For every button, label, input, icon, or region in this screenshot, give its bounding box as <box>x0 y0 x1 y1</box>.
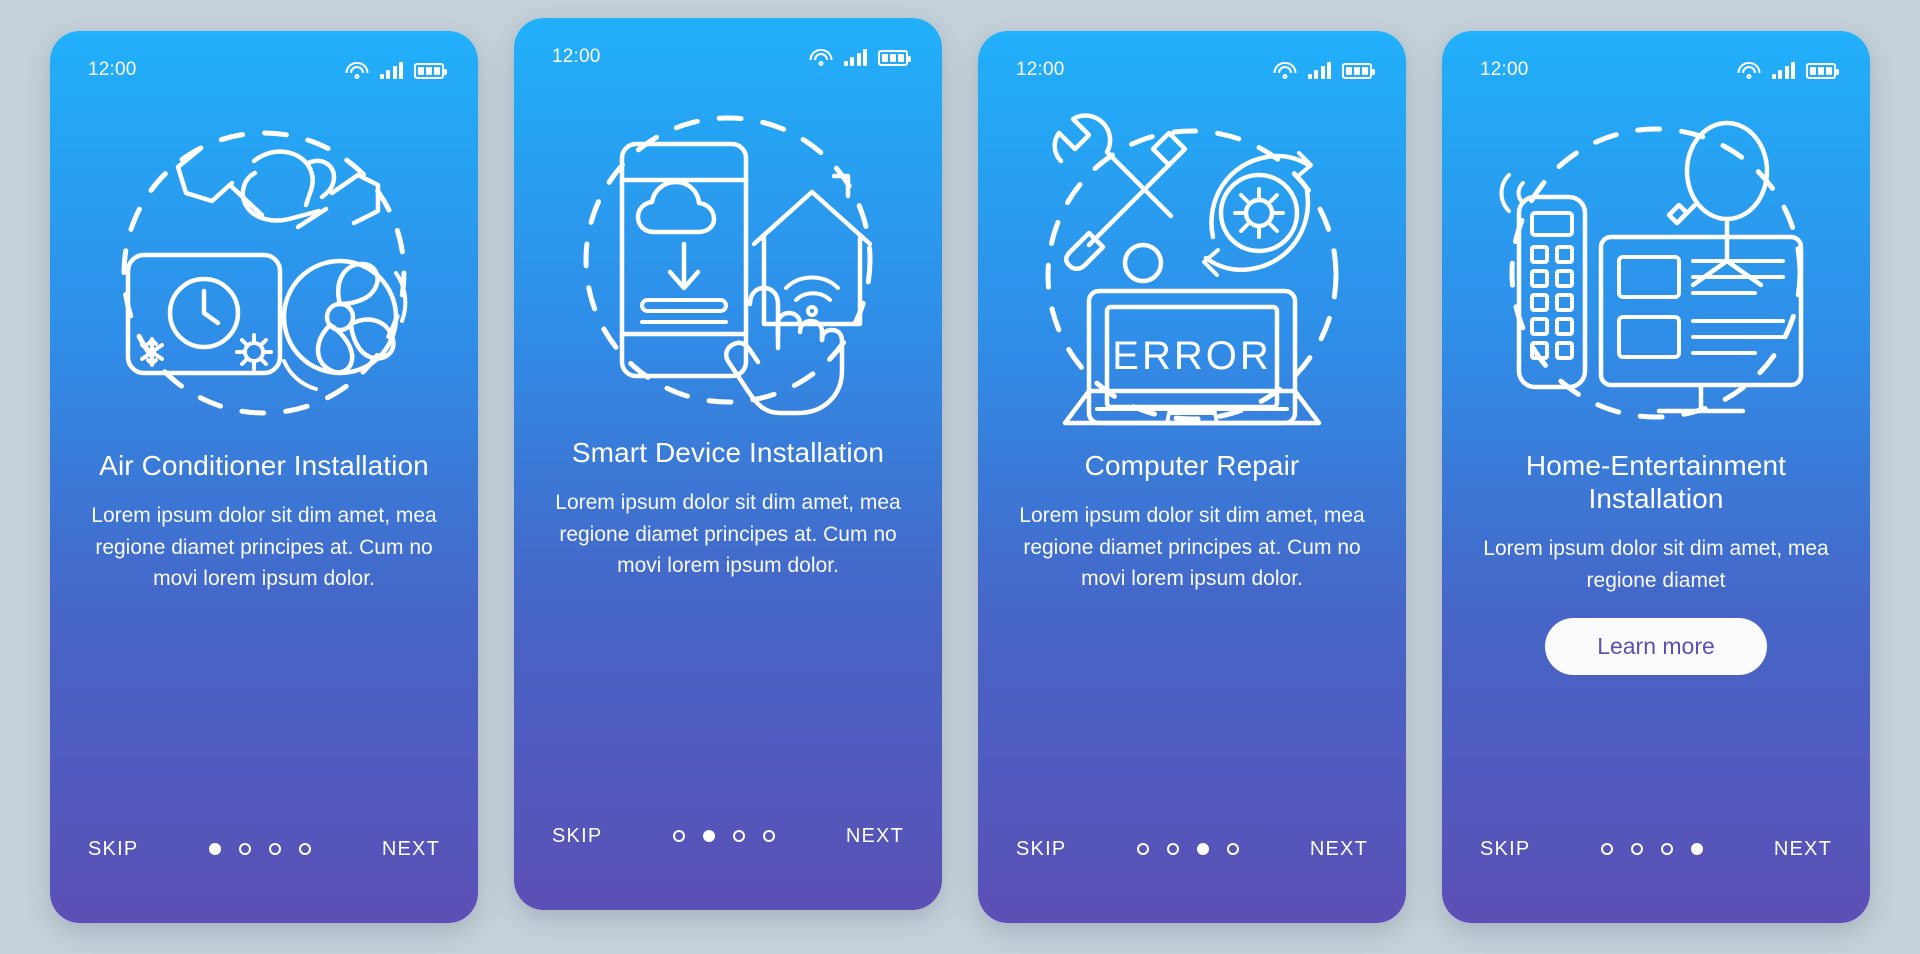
pagination-dot[interactable] <box>673 830 686 842</box>
pagination-dot[interactable] <box>239 843 252 855</box>
pagination-dots <box>209 843 312 855</box>
screen-air-conditioner-installation: 12:00 Air Conditioner Installation Lorem… <box>50 31 478 923</box>
battery-icon <box>1342 63 1375 79</box>
status-clock: 12:00 <box>1480 59 1529 80</box>
next-button[interactable]: NEXT <box>378 832 444 867</box>
status-icons <box>345 61 447 79</box>
bottom-navigation: SKIP NEXT <box>50 805 478 923</box>
pagination-dot[interactable] <box>763 830 776 842</box>
pagination-dot[interactable] <box>1227 843 1240 855</box>
learn-more-button[interactable]: Learn more <box>1545 618 1767 676</box>
bottom-navigation: SKIP NEXT <box>978 805 1406 923</box>
wifi-icon <box>1273 61 1297 79</box>
status-clock: 12:00 <box>552 46 601 67</box>
onboarding-screens-board: 12:00 Air Conditioner Installation Lorem… <box>0 0 1920 954</box>
page-description: Lorem ipsum dolor sit dim amet, mea regi… <box>1483 537 1829 592</box>
screen-copy: Air Conditioner Installation Lorem ipsum… <box>50 443 478 805</box>
wifi-icon <box>345 61 369 79</box>
pagination-dots <box>673 830 776 842</box>
screen-copy: Smart Device Installation Lorem ipsum do… <box>514 430 942 792</box>
status-icons <box>809 48 911 66</box>
status-clock: 12:00 <box>1016 59 1065 80</box>
skip-button[interactable]: SKIP <box>1012 832 1070 867</box>
page-title: Air Conditioner Installation <box>99 450 429 481</box>
signal-icon <box>379 62 403 79</box>
screen-computer-repair: 12:00 ERROR Computer Repair Lorem ipsum … <box>978 31 1406 923</box>
pagination-dot[interactable] <box>209 843 222 855</box>
pagination-dots <box>1601 843 1704 855</box>
pagination-dot[interactable] <box>1631 843 1644 855</box>
pagination-dot[interactable] <box>703 830 716 842</box>
pagination-dot[interactable] <box>1601 843 1614 855</box>
next-button[interactable]: NEXT <box>842 819 908 854</box>
pagination-dot[interactable] <box>733 830 746 842</box>
skip-button[interactable]: SKIP <box>548 819 606 854</box>
skip-button[interactable]: SKIP <box>84 832 142 867</box>
page-description: Lorem ipsum dolor sit dim amet, mea regi… <box>555 491 901 578</box>
page-description: Lorem ipsum dolor sit dim amet, mea regi… <box>91 504 437 591</box>
status-bar: 12:00 <box>978 31 1406 93</box>
wifi-icon <box>1737 61 1761 79</box>
pagination-dot[interactable] <box>1197 843 1210 855</box>
wifi-icon <box>809 48 833 66</box>
status-clock: 12:00 <box>88 59 137 80</box>
pagination-dot[interactable] <box>1137 843 1150 855</box>
screen-smart-device-installation: 12:00 Smart Device Installation Lorem ip… <box>514 18 942 910</box>
status-bar: 12:00 <box>1442 31 1870 93</box>
pagination-dot[interactable] <box>1167 843 1180 855</box>
page-title: Home-Entertainment Installation <box>1525 450 1787 515</box>
status-icons <box>1737 61 1839 79</box>
pagination-dot[interactable] <box>269 843 282 855</box>
status-bar: 12:00 <box>50 31 478 93</box>
page-title: Smart Device Installation <box>571 437 885 468</box>
battery-icon <box>1806 63 1839 79</box>
status-bar: 12:00 <box>514 18 942 80</box>
screen-copy: Computer Repair Lorem ipsum dolor sit di… <box>978 443 1406 805</box>
computer-repair-illustration: ERROR <box>978 93 1406 443</box>
battery-icon <box>414 63 447 79</box>
next-button[interactable]: NEXT <box>1770 832 1836 867</box>
signal-icon <box>1307 62 1331 79</box>
pagination-dot[interactable] <box>1661 843 1674 855</box>
battery-icon <box>878 50 911 66</box>
bottom-navigation: SKIP NEXT <box>1442 805 1870 923</box>
screen-home-entertainment-installation: 12:00 Home-Entertainment Installation Lo… <box>1442 31 1870 923</box>
signal-icon <box>1771 62 1795 79</box>
screen-copy: Home-Entertainment Installation Lorem ip… <box>1442 443 1870 805</box>
pagination-dots <box>1137 843 1240 855</box>
pagination-dot[interactable] <box>1691 843 1704 855</box>
status-icons <box>1273 61 1375 79</box>
page-title: Computer Repair <box>1084 450 1300 481</box>
home-entertainment-illustration <box>1442 93 1870 443</box>
svg-text:ERROR: ERROR <box>1112 334 1271 378</box>
page-description: Lorem ipsum dolor sit dim amet, mea regi… <box>1019 504 1365 591</box>
smart-device-illustration <box>514 80 942 430</box>
air-conditioner-illustration <box>50 93 478 443</box>
pagination-dot[interactable] <box>299 843 312 855</box>
skip-button[interactable]: SKIP <box>1476 832 1534 867</box>
bottom-navigation: SKIP NEXT <box>514 792 942 910</box>
signal-icon <box>843 49 867 66</box>
next-button[interactable]: NEXT <box>1306 832 1372 867</box>
